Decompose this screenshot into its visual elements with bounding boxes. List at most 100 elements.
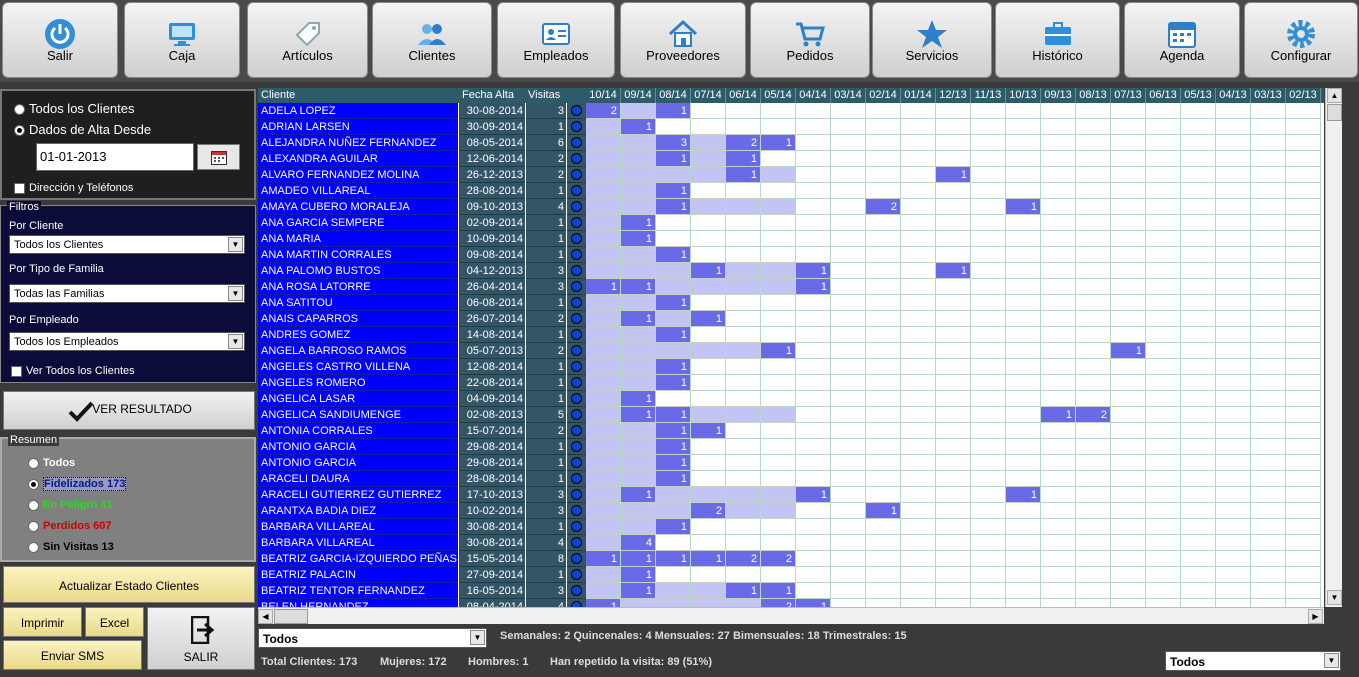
visit-cell[interactable] <box>1041 327 1076 343</box>
visit-cell[interactable] <box>1006 343 1041 359</box>
visit-cell[interactable] <box>866 455 901 471</box>
visit-cell[interactable] <box>1216 423 1251 439</box>
visit-cell[interactable] <box>1041 359 1076 375</box>
visit-cell[interactable] <box>1251 119 1286 135</box>
visit-cell[interactable] <box>726 231 761 247</box>
visit-cell[interactable] <box>796 519 831 535</box>
ver-todos-checkbox[interactable] <box>11 365 22 377</box>
visit-cell[interactable] <box>971 311 1006 327</box>
status-indicator[interactable] <box>567 343 587 359</box>
visit-cell[interactable] <box>831 343 866 359</box>
visit-cell[interactable] <box>761 519 796 535</box>
visit-cell[interactable] <box>796 183 831 199</box>
visit-cell[interactable]: 1 <box>656 295 691 311</box>
chevron-down-icon[interactable]: ▼ <box>228 237 243 252</box>
client-name[interactable]: ANA MARIA <box>258 231 458 247</box>
status-indicator[interactable] <box>567 103 587 119</box>
visit-cell[interactable] <box>971 295 1006 311</box>
visit-cell[interactable] <box>621 519 656 535</box>
visit-cell[interactable] <box>726 503 761 519</box>
visit-cell[interactable] <box>1251 359 1286 375</box>
visit-cell[interactable] <box>726 391 761 407</box>
visit-cell[interactable] <box>761 247 796 263</box>
visit-cell[interactable] <box>796 455 831 471</box>
visit-cell[interactable] <box>901 311 936 327</box>
visit-cell[interactable] <box>1006 423 1041 439</box>
visit-cell[interactable] <box>796 535 831 551</box>
resumen-peligro[interactable]: En Peligro 41 <box>28 499 113 511</box>
visit-cell[interactable] <box>761 567 796 583</box>
visit-cell[interactable] <box>1006 567 1041 583</box>
visit-cell[interactable] <box>831 327 866 343</box>
visit-cell[interactable] <box>726 279 761 295</box>
visit-cell[interactable] <box>1181 583 1216 599</box>
visit-cell[interactable]: 2 <box>761 551 796 567</box>
visit-cell[interactable] <box>1041 183 1076 199</box>
visit-cell[interactable] <box>586 583 621 599</box>
toolbar-agenda-button[interactable]: Agenda <box>1124 2 1240 78</box>
visit-cell[interactable] <box>1041 439 1076 455</box>
table-row[interactable]: ANGELICA SANDIUMENGE 02-08-2013 5 1 1 1 2 <box>258 407 1324 423</box>
visit-cell[interactable] <box>1006 551 1041 567</box>
resumen-sin-visitas[interactable]: Sin Visitas 13 <box>28 541 114 553</box>
visit-cell[interactable] <box>936 343 971 359</box>
visit-cell[interactable] <box>1181 359 1216 375</box>
month-header[interactable]: 05/14 <box>761 88 796 103</box>
visit-cell[interactable]: 1 <box>621 311 656 327</box>
status-indicator[interactable] <box>567 183 587 199</box>
perdidos-radio[interactable] <box>28 520 39 532</box>
visit-cell[interactable] <box>1216 551 1251 567</box>
visit-cell[interactable]: 1 <box>1041 407 1076 423</box>
all-clients-radio[interactable] <box>14 104 25 116</box>
visit-cell[interactable] <box>1216 599 1251 607</box>
visit-cell[interactable] <box>621 455 656 471</box>
visit-cell[interactable] <box>691 487 726 503</box>
visit-cell[interactable] <box>586 503 621 519</box>
visit-cell[interactable] <box>1286 247 1321 263</box>
visit-cell[interactable] <box>1251 327 1286 343</box>
visit-cell[interactable] <box>726 535 761 551</box>
visit-cell[interactable] <box>1006 167 1041 183</box>
visit-cell[interactable] <box>796 583 831 599</box>
visit-cell[interactable] <box>901 151 936 167</box>
visit-cell[interactable] <box>1181 263 1216 279</box>
visit-cell[interactable] <box>1041 567 1076 583</box>
visit-cell[interactable] <box>1146 279 1181 295</box>
visit-cell[interactable] <box>831 423 866 439</box>
table-row[interactable]: ANA PALOMO BUSTOS 04-12-2013 3 1 1 1 <box>258 263 1324 279</box>
visit-cell[interactable] <box>586 327 621 343</box>
visit-cell[interactable] <box>936 423 971 439</box>
visit-cell[interactable] <box>1216 567 1251 583</box>
visit-cell[interactable] <box>936 359 971 375</box>
client-name[interactable]: BARBARA VILLAREAL <box>258 519 458 535</box>
visit-cell[interactable] <box>586 423 621 439</box>
visit-cell[interactable] <box>971 215 1006 231</box>
visit-cell[interactable] <box>1251 487 1286 503</box>
visit-cell[interactable] <box>1111 327 1146 343</box>
visit-cell[interactable] <box>1041 263 1076 279</box>
visit-cell[interactable] <box>901 551 936 567</box>
month-header[interactable]: 01/14 <box>901 88 936 103</box>
visit-cell[interactable] <box>796 503 831 519</box>
visit-cell[interactable] <box>831 247 866 263</box>
month-header[interactable]: 03/13 <box>1251 88 1286 103</box>
visit-cell[interactable] <box>726 375 761 391</box>
visit-cell[interactable] <box>1286 487 1321 503</box>
visit-cell[interactable] <box>1251 599 1286 607</box>
visit-cell[interactable] <box>1111 279 1146 295</box>
visit-cell[interactable]: 1 <box>1006 487 1041 503</box>
visit-cell[interactable] <box>1076 215 1111 231</box>
visit-cell[interactable]: 1 <box>621 391 656 407</box>
visit-cell[interactable] <box>586 263 621 279</box>
excel-button[interactable]: Excel <box>85 607 144 637</box>
visit-cell[interactable] <box>971 167 1006 183</box>
status-indicator[interactable] <box>567 119 587 135</box>
visit-cell[interactable] <box>656 391 691 407</box>
visit-cell[interactable] <box>901 135 936 151</box>
visit-cell[interactable] <box>656 311 691 327</box>
visit-cell[interactable] <box>796 311 831 327</box>
status-indicator[interactable] <box>567 455 587 471</box>
visit-cell[interactable] <box>656 343 691 359</box>
month-header[interactable]: 02/14 <box>866 88 901 103</box>
visit-cell[interactable] <box>761 151 796 167</box>
